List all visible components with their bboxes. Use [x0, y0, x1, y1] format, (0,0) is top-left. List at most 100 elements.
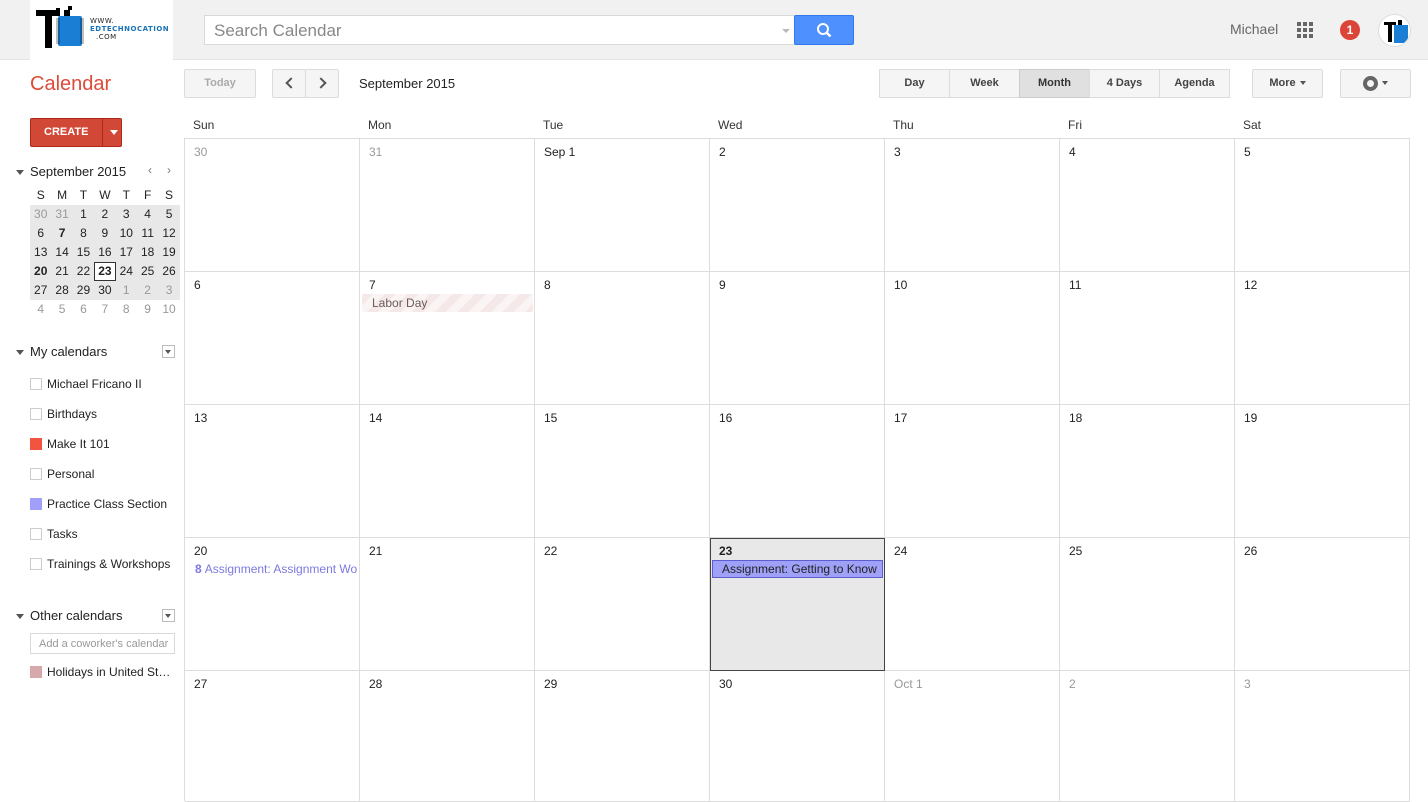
mini-day[interactable]: 17: [116, 243, 137, 262]
day-cell[interactable]: 16: [710, 405, 885, 538]
day-cell[interactable]: 15: [535, 405, 710, 538]
day-cell[interactable]: 13: [185, 405, 360, 538]
mini-day[interactable]: 19: [158, 243, 179, 262]
mini-day[interactable]: 4: [30, 300, 51, 319]
mini-day[interactable]: 8: [116, 300, 137, 319]
mini-calendar-title[interactable]: September 2015: [30, 164, 126, 179]
other-calendars-title[interactable]: Other calendars: [30, 608, 123, 623]
day-cell[interactable]: 29: [535, 671, 710, 802]
day-cell[interactable]: 3: [885, 139, 1060, 272]
mini-day[interactable]: 30: [94, 281, 115, 300]
create-dropdown-icon[interactable]: [110, 130, 118, 135]
mini-day[interactable]: 24: [116, 262, 137, 281]
mini-day[interactable]: 3: [158, 281, 179, 300]
day-cell[interactable]: 8: [535, 272, 710, 405]
collapse-other-calendars-icon[interactable]: [16, 614, 24, 619]
mini-day[interactable]: 10: [158, 300, 179, 319]
calendar-color-swatch[interactable]: [30, 666, 42, 678]
mini-day[interactable]: 21: [51, 262, 72, 281]
day-cell[interactable]: 2: [710, 139, 885, 272]
mini-day[interactable]: 29: [73, 281, 94, 300]
mini-day[interactable]: 7: [51, 224, 72, 243]
day-cell[interactable]: 30: [185, 139, 360, 272]
my-calendars-menu-icon[interactable]: [162, 345, 175, 358]
day-cell-today[interactable]: 23: [710, 538, 885, 671]
day-cell[interactable]: 21: [360, 538, 535, 671]
view-agenda-button[interactable]: Agenda: [1159, 69, 1230, 98]
mini-day[interactable]: 27: [30, 281, 51, 300]
day-cell[interactable]: 2: [1060, 671, 1235, 802]
day-cell[interactable]: 6: [185, 272, 360, 405]
mini-day[interactable]: 15: [73, 243, 94, 262]
mini-day[interactable]: 6: [73, 300, 94, 319]
user-name[interactable]: Michael: [1230, 21, 1278, 37]
day-cell[interactable]: 17: [885, 405, 1060, 538]
calendar-item-personal[interactable]: Personal: [30, 466, 175, 482]
today-button[interactable]: Today: [184, 69, 256, 98]
next-period-button[interactable]: [305, 69, 339, 98]
calendar-item-birthdays[interactable]: Birthdays: [30, 406, 175, 422]
mini-day[interactable]: 11: [137, 224, 158, 243]
day-cell[interactable]: 3: [1235, 671, 1410, 802]
search-button[interactable]: [794, 15, 854, 45]
day-cell[interactable]: Oct 1: [885, 671, 1060, 802]
day-cell[interactable]: 30: [710, 671, 885, 802]
day-cell[interactable]: 25: [1060, 538, 1235, 671]
mini-day[interactable]: 5: [51, 300, 72, 319]
day-cell[interactable]: 9: [710, 272, 885, 405]
mini-day[interactable]: 6: [30, 224, 51, 243]
mini-day[interactable]: 1: [73, 205, 94, 224]
mini-day[interactable]: 20: [30, 262, 51, 281]
event-assignment-sunday[interactable]: 8 Assignment: Assignment Wo: [195, 561, 359, 577]
day-cell[interactable]: 18: [1060, 405, 1235, 538]
collapse-mini-calendar-icon[interactable]: [16, 170, 24, 175]
mini-prev-month-icon[interactable]: ‹: [148, 163, 152, 177]
day-cell[interactable]: 14: [360, 405, 535, 538]
day-cell[interactable]: 20: [185, 538, 360, 671]
mini-day[interactable]: 14: [51, 243, 72, 262]
mini-day[interactable]: 13: [30, 243, 51, 262]
calendar-item-holidays[interactable]: Holidays in United States: [30, 664, 175, 680]
mini-day[interactable]: 12: [158, 224, 179, 243]
day-cell[interactable]: 24: [885, 538, 1060, 671]
calendar-item-michael[interactable]: Michael Fricano II: [30, 376, 175, 392]
my-calendars-title[interactable]: My calendars: [30, 344, 107, 359]
mini-day[interactable]: 16: [94, 243, 115, 262]
day-cell[interactable]: 22: [535, 538, 710, 671]
calendar-color-swatch[interactable]: [30, 528, 42, 540]
edtechnocation-logo[interactable]: WWW. EDTECHNOCATION .COM: [30, 0, 173, 60]
add-coworker-calendar-input[interactable]: Add a coworker's calendar: [30, 633, 175, 654]
day-cell[interactable]: 11: [1060, 272, 1235, 405]
create-button[interactable]: CREATE: [30, 118, 122, 147]
day-cell[interactable]: 4: [1060, 139, 1235, 272]
mini-next-month-icon[interactable]: ›: [167, 163, 171, 177]
calendar-color-swatch[interactable]: [30, 558, 42, 570]
mini-day[interactable]: 9: [94, 224, 115, 243]
calendar-color-swatch[interactable]: [30, 408, 42, 420]
mini-day[interactable]: 5: [158, 205, 179, 224]
view-month-button[interactable]: Month: [1019, 69, 1090, 98]
mini-day[interactable]: 9: [137, 300, 158, 319]
calendar-item-make-it-101[interactable]: Make It 101: [30, 436, 175, 452]
day-cell[interactable]: 31: [360, 139, 535, 272]
collapse-my-calendars-icon[interactable]: [16, 350, 24, 355]
day-cell[interactable]: 27: [185, 671, 360, 802]
day-cell[interactable]: 19: [1235, 405, 1410, 538]
mini-day[interactable]: 28: [51, 281, 72, 300]
mini-day[interactable]: 3: [116, 205, 137, 224]
calendar-color-swatch[interactable]: [30, 468, 42, 480]
mini-day[interactable]: 10: [116, 224, 137, 243]
mini-day[interactable]: 25: [137, 262, 158, 281]
mini-day[interactable]: 26: [158, 262, 179, 281]
settings-button[interactable]: [1340, 69, 1411, 98]
mini-day[interactable]: 2: [94, 205, 115, 224]
previous-period-button[interactable]: [272, 69, 306, 98]
day-cell[interactable]: 28: [360, 671, 535, 802]
mini-day[interactable]: 7: [94, 300, 115, 319]
mini-day[interactable]: 4: [137, 205, 158, 224]
event-assignment-getting-to-know[interactable]: Assignment: Getting to Know: [712, 560, 883, 578]
apps-grid-icon[interactable]: [1297, 22, 1313, 38]
more-button[interactable]: More: [1252, 69, 1323, 98]
calendar-item-trainings[interactable]: Trainings & Workshops: [30, 556, 187, 572]
day-cell[interactable]: 12: [1235, 272, 1410, 405]
